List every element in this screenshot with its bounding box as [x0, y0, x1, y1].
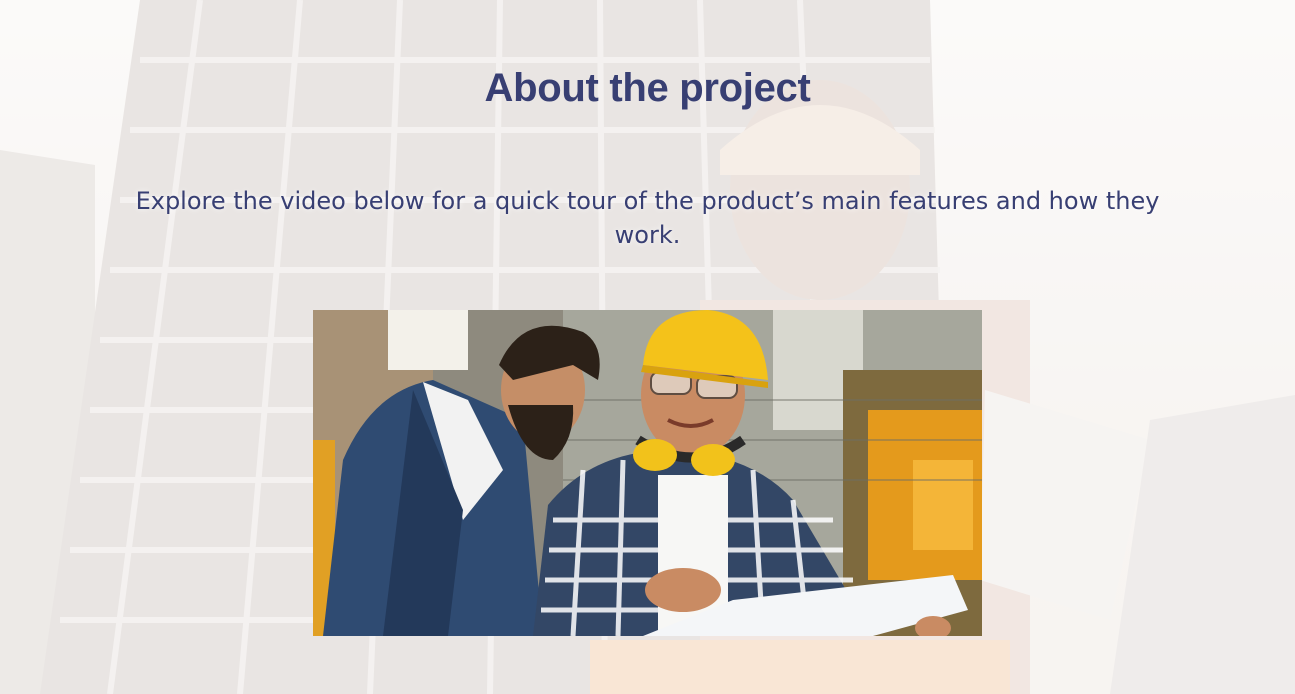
- section-title: About the project: [484, 66, 811, 110]
- about-section: About the project Explore the video belo…: [0, 0, 1295, 694]
- video-player[interactable]: [313, 310, 982, 636]
- section-description: Explore the video below for a quick tour…: [135, 187, 1160, 249]
- video-thumbnail: [313, 310, 982, 636]
